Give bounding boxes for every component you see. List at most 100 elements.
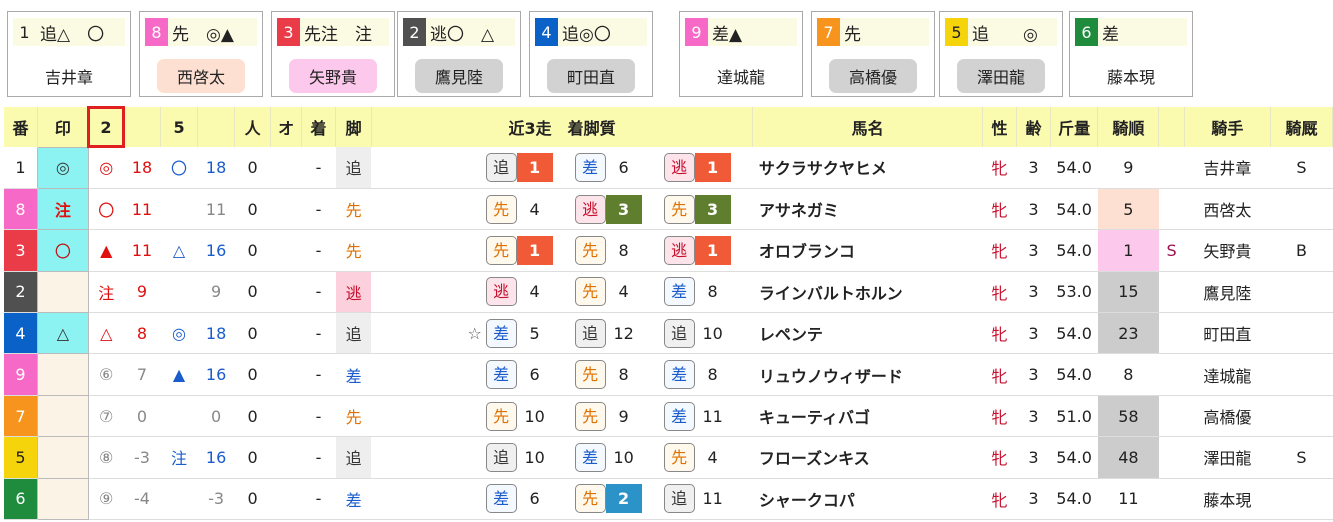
jockey-stable [1270,188,1333,231]
run-finish-position: 9 [618,406,629,426]
my-mark-cell[interactable]: 〇 [36,229,89,272]
table-row[interactable]: 9 ⑥ 7 ▲ 16 0- 差差 6 先 8 差 8 リュウノウィザード牝 3 54.0 8 達城龍 [4,353,1333,396]
header-sex[interactable]: 性 [982,107,1018,147]
header-horse-name[interactable]: 馬名 [752,107,983,147]
running-style: 先 [335,229,372,272]
table-row[interactable]: 1 ◎ ◎ 18 〇 18 0- 追追 1 差 6 逃 1 サクラサクヤヒメ牝 3 54.0 9 吉井章 S [4,146,1333,189]
popularity: 0 [234,395,271,438]
carried-weight: 53.0 [1050,271,1098,314]
mark-col-2: 注 [88,271,124,314]
card-marks: 差▲ [712,24,743,45]
jockey-flag [1158,353,1185,396]
my-mark-cell[interactable]: ◎ [36,146,89,189]
run-style-box: 先 [485,235,517,265]
odds [270,188,302,231]
horse-name-link[interactable]: アサネガミ [752,188,983,231]
recent-3-runs: ☆ 差 5 追 12 追 10 [371,312,753,355]
run-finish-position: 2 [605,484,642,514]
jockey-stable [1270,353,1333,396]
jockey-name[interactable]: 吉井章 [1184,147,1271,189]
header-kyaku[interactable]: 脚 [335,107,372,147]
horse-age: 3 [1016,436,1051,479]
header-shirushi[interactable]: 印 [37,107,89,147]
table-row[interactable]: 7 ⑦ 0 0 0- 先先 10 先 9 差 11 キューティバゴ牝 3 51.0 58 高橋優 [4,394,1333,438]
finish: - [301,147,336,189]
running-style: 差 [335,478,372,521]
header-col-5[interactable]: 5 [160,107,199,147]
horse-name-link[interactable]: サクラサクヤヒメ [752,147,983,189]
horse-name-link[interactable]: リュウノウィザード [752,353,983,396]
table-row[interactable]: 4 △ △ 8 ◎ 18 0- 追 ☆ 差 5 追 12 追 10 レペンテ牝 3 54.0 23 町田直 [4,312,1333,355]
horse-sex: 牝 [982,478,1017,521]
run-style-box: 先 [663,442,695,472]
horse-number: 4 [4,312,38,355]
horse-name-link[interactable]: オロブランコ [752,229,983,272]
mark-col-2: ⑨ [88,478,124,521]
jockey-name[interactable]: 鷹見陸 [1184,271,1271,314]
jockey-flag [1158,395,1185,438]
jockey-name[interactable]: 町田直 [1184,312,1271,355]
horse-age: 3 [1016,229,1051,272]
header-weight[interactable]: 斤量 [1050,107,1099,147]
run-finish-position: 11 [702,406,723,426]
header-col-3[interactable] [123,107,161,147]
header-jockey[interactable]: 騎手 [1184,107,1271,147]
jockey-name[interactable]: 西啓太 [1184,188,1271,231]
jockey-flag [1158,478,1185,521]
mark-col-2: ⑦ [88,395,124,438]
card-jockey-name: 吉井章 [25,59,113,93]
table-row[interactable]: 3 〇 ▲ 11 △ 16 0- 先先 1 先 8 逃 1 オロブランコ牝 3 54.0 1 S 矢野貴 B [4,229,1333,272]
run-finish-position: 1 [694,152,731,182]
horse-name-link[interactable]: レペンテ [752,312,983,355]
header-jockey-rank[interactable]: 騎順 [1097,107,1160,147]
card-horse-number: 8 [145,18,168,46]
my-mark-cell[interactable] [36,436,89,479]
horse-name-link[interactable]: ラインバルトホルン [752,271,983,314]
horse-name-link[interactable]: キューティバゴ [752,395,983,438]
jockey-name[interactable]: 達城龍 [1184,353,1271,396]
card-jockey-name: 西啓太 [157,59,245,93]
header-age[interactable]: 齢 [1016,107,1051,147]
horse-name-link[interactable]: シャークコパ [752,478,983,521]
carried-weight: 54.0 [1050,147,1098,189]
jockey-rank: 1 [1097,229,1159,272]
horse-sex: 牝 [982,147,1017,189]
carried-weight: 54.0 [1050,312,1098,355]
run-finish-position: 4 [529,199,540,219]
jockey-name[interactable]: 澤田龍 [1184,436,1271,479]
run-finish-position: 4 [618,282,629,302]
my-mark-cell[interactable] [36,353,89,396]
jockey-name[interactable]: 矢野貴 [1184,229,1271,272]
horse-sex: 牝 [982,436,1017,479]
table-row[interactable]: 6 ⑨ -4 -3 0- 差差 6 先 2 追 11 シャークコパ牝 3 54.0 11 藤本現 [4,477,1333,521]
my-mark-cell[interactable] [36,270,89,314]
value-col-3: 0 [123,395,161,438]
table-row[interactable]: 8 注〇 11 11 0- 先先 4 逃 3 先 3 アサネガミ牝 3 54.0 5 西啓太 [4,187,1333,231]
carried-weight: 51.0 [1050,395,1098,438]
run-style-box: 追 [574,318,606,348]
header-ninki[interactable]: 人 [234,107,272,147]
my-mark-cell[interactable] [36,477,89,521]
header-recent-3[interactable]: 近3走 着脚質 [371,107,754,147]
jockey-name[interactable]: 藤本現 [1184,478,1271,521]
run-finish-position: 6 [529,365,540,385]
table-row[interactable]: 5 ⑧ -3 注 16 0- 追追 10 差 10 先 4 フローズンキス牝 3 54.0 48 澤田龍 S [4,436,1333,479]
jockey-name[interactable]: 高橋優 [1184,395,1271,438]
header-col-2[interactable]: 2 [87,106,125,148]
table-row[interactable]: 2 注 9 9 0- 逃逃 4 先 4 差 8 ラインバルトホルン牝 3 53.0 15 鷹見陸 [4,270,1333,314]
header-ban[interactable]: 番 [4,107,38,147]
jockey-flag [1158,147,1185,189]
my-mark-cell[interactable]: △ [36,312,89,355]
run-finish-position: 8 [707,282,718,302]
horse-name-link[interactable]: フローズンキス [752,436,983,479]
header-chaku[interactable]: 着 [301,107,337,147]
my-mark-cell[interactable]: 注 [36,187,89,231]
my-mark-cell[interactable] [36,394,89,438]
header-jockey-stable[interactable]: 騎厩 [1270,107,1333,147]
my-mark: △ [56,323,69,343]
header-o[interactable]: オ [270,107,302,147]
card-horse-number: 7 [817,18,840,46]
header-col-6[interactable] [197,107,235,147]
value-col-3: 11 [123,188,161,231]
card-jockey-name: 澤田龍 [957,59,1045,93]
